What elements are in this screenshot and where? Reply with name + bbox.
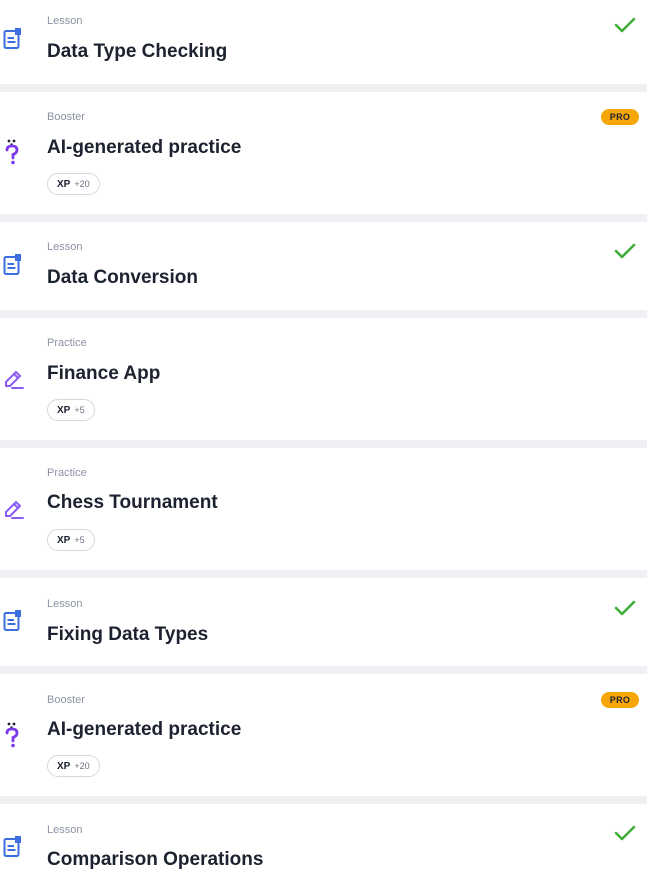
list-item-booster[interactable]: Booster AI-generated practice XP +20 PRO bbox=[0, 92, 647, 214]
xp-badge: XP +5 bbox=[47, 399, 95, 421]
pro-badge: PRO bbox=[601, 109, 639, 125]
item-title: Finance App bbox=[47, 363, 161, 384]
item-type-label: Practice bbox=[47, 467, 87, 479]
item-title: Chess Tournament bbox=[47, 492, 218, 513]
xp-label: XP bbox=[57, 534, 71, 546]
item-title: AI-generated practice bbox=[47, 719, 242, 740]
list-item-lesson[interactable]: Lesson Comparison Operations bbox=[0, 804, 647, 884]
lesson-icon bbox=[3, 609, 23, 633]
item-type-label: Lesson bbox=[47, 241, 83, 253]
pencil-icon bbox=[3, 499, 24, 523]
xp-value: +20 bbox=[74, 179, 90, 189]
xp-badge: XP +20 bbox=[47, 173, 100, 195]
item-type-label: Lesson bbox=[47, 598, 83, 610]
xp-badge: XP +5 bbox=[47, 529, 95, 551]
list-item-booster[interactable]: Booster AI-generated practice XP +20 PRO bbox=[0, 674, 647, 796]
item-type-label: Booster bbox=[47, 111, 85, 123]
item-type-label: Practice bbox=[47, 337, 87, 349]
xp-value: +20 bbox=[74, 761, 90, 771]
xp-badge: XP +20 bbox=[47, 755, 100, 777]
item-title: Fixing Data Types bbox=[47, 624, 209, 645]
list-item-lesson[interactable]: Lesson Data Type Checking bbox=[0, 0, 647, 84]
xp-value: +5 bbox=[74, 405, 85, 415]
xp-label: XP bbox=[57, 178, 71, 190]
list-item-lesson[interactable]: Lesson Fixing Data Types bbox=[0, 578, 647, 666]
list-item-practice[interactable]: Practice Finance App XP +5 bbox=[0, 318, 647, 440]
question-icon bbox=[3, 138, 23, 165]
pro-badge: PRO bbox=[601, 692, 639, 708]
checkmark-icon bbox=[614, 824, 636, 842]
lesson-icon bbox=[3, 253, 23, 277]
list-item-lesson[interactable]: Lesson Data Conversion bbox=[0, 222, 647, 310]
checkmark-icon bbox=[614, 599, 636, 617]
checkmark-icon bbox=[614, 16, 636, 34]
item-type-label: Lesson bbox=[47, 15, 83, 27]
list-item-practice[interactable]: Practice Chess Tournament XP +5 bbox=[0, 448, 647, 570]
lesson-icon bbox=[3, 27, 23, 51]
item-type-label: Booster bbox=[47, 694, 85, 706]
lesson-icon bbox=[3, 835, 23, 859]
question-icon bbox=[3, 721, 23, 748]
lesson-list: Lesson Data Type Checking Booster AI-gen… bbox=[0, 0, 647, 884]
item-title: Comparison Operations bbox=[47, 849, 264, 870]
xp-value: +5 bbox=[74, 535, 85, 545]
item-title: AI-generated practice bbox=[47, 137, 242, 158]
pencil-icon bbox=[3, 369, 24, 393]
xp-label: XP bbox=[57, 404, 71, 416]
item-type-label: Lesson bbox=[47, 824, 83, 836]
checkmark-icon bbox=[614, 242, 636, 260]
item-title: Data Type Checking bbox=[47, 41, 228, 62]
xp-label: XP bbox=[57, 760, 71, 772]
item-title: Data Conversion bbox=[47, 267, 198, 288]
